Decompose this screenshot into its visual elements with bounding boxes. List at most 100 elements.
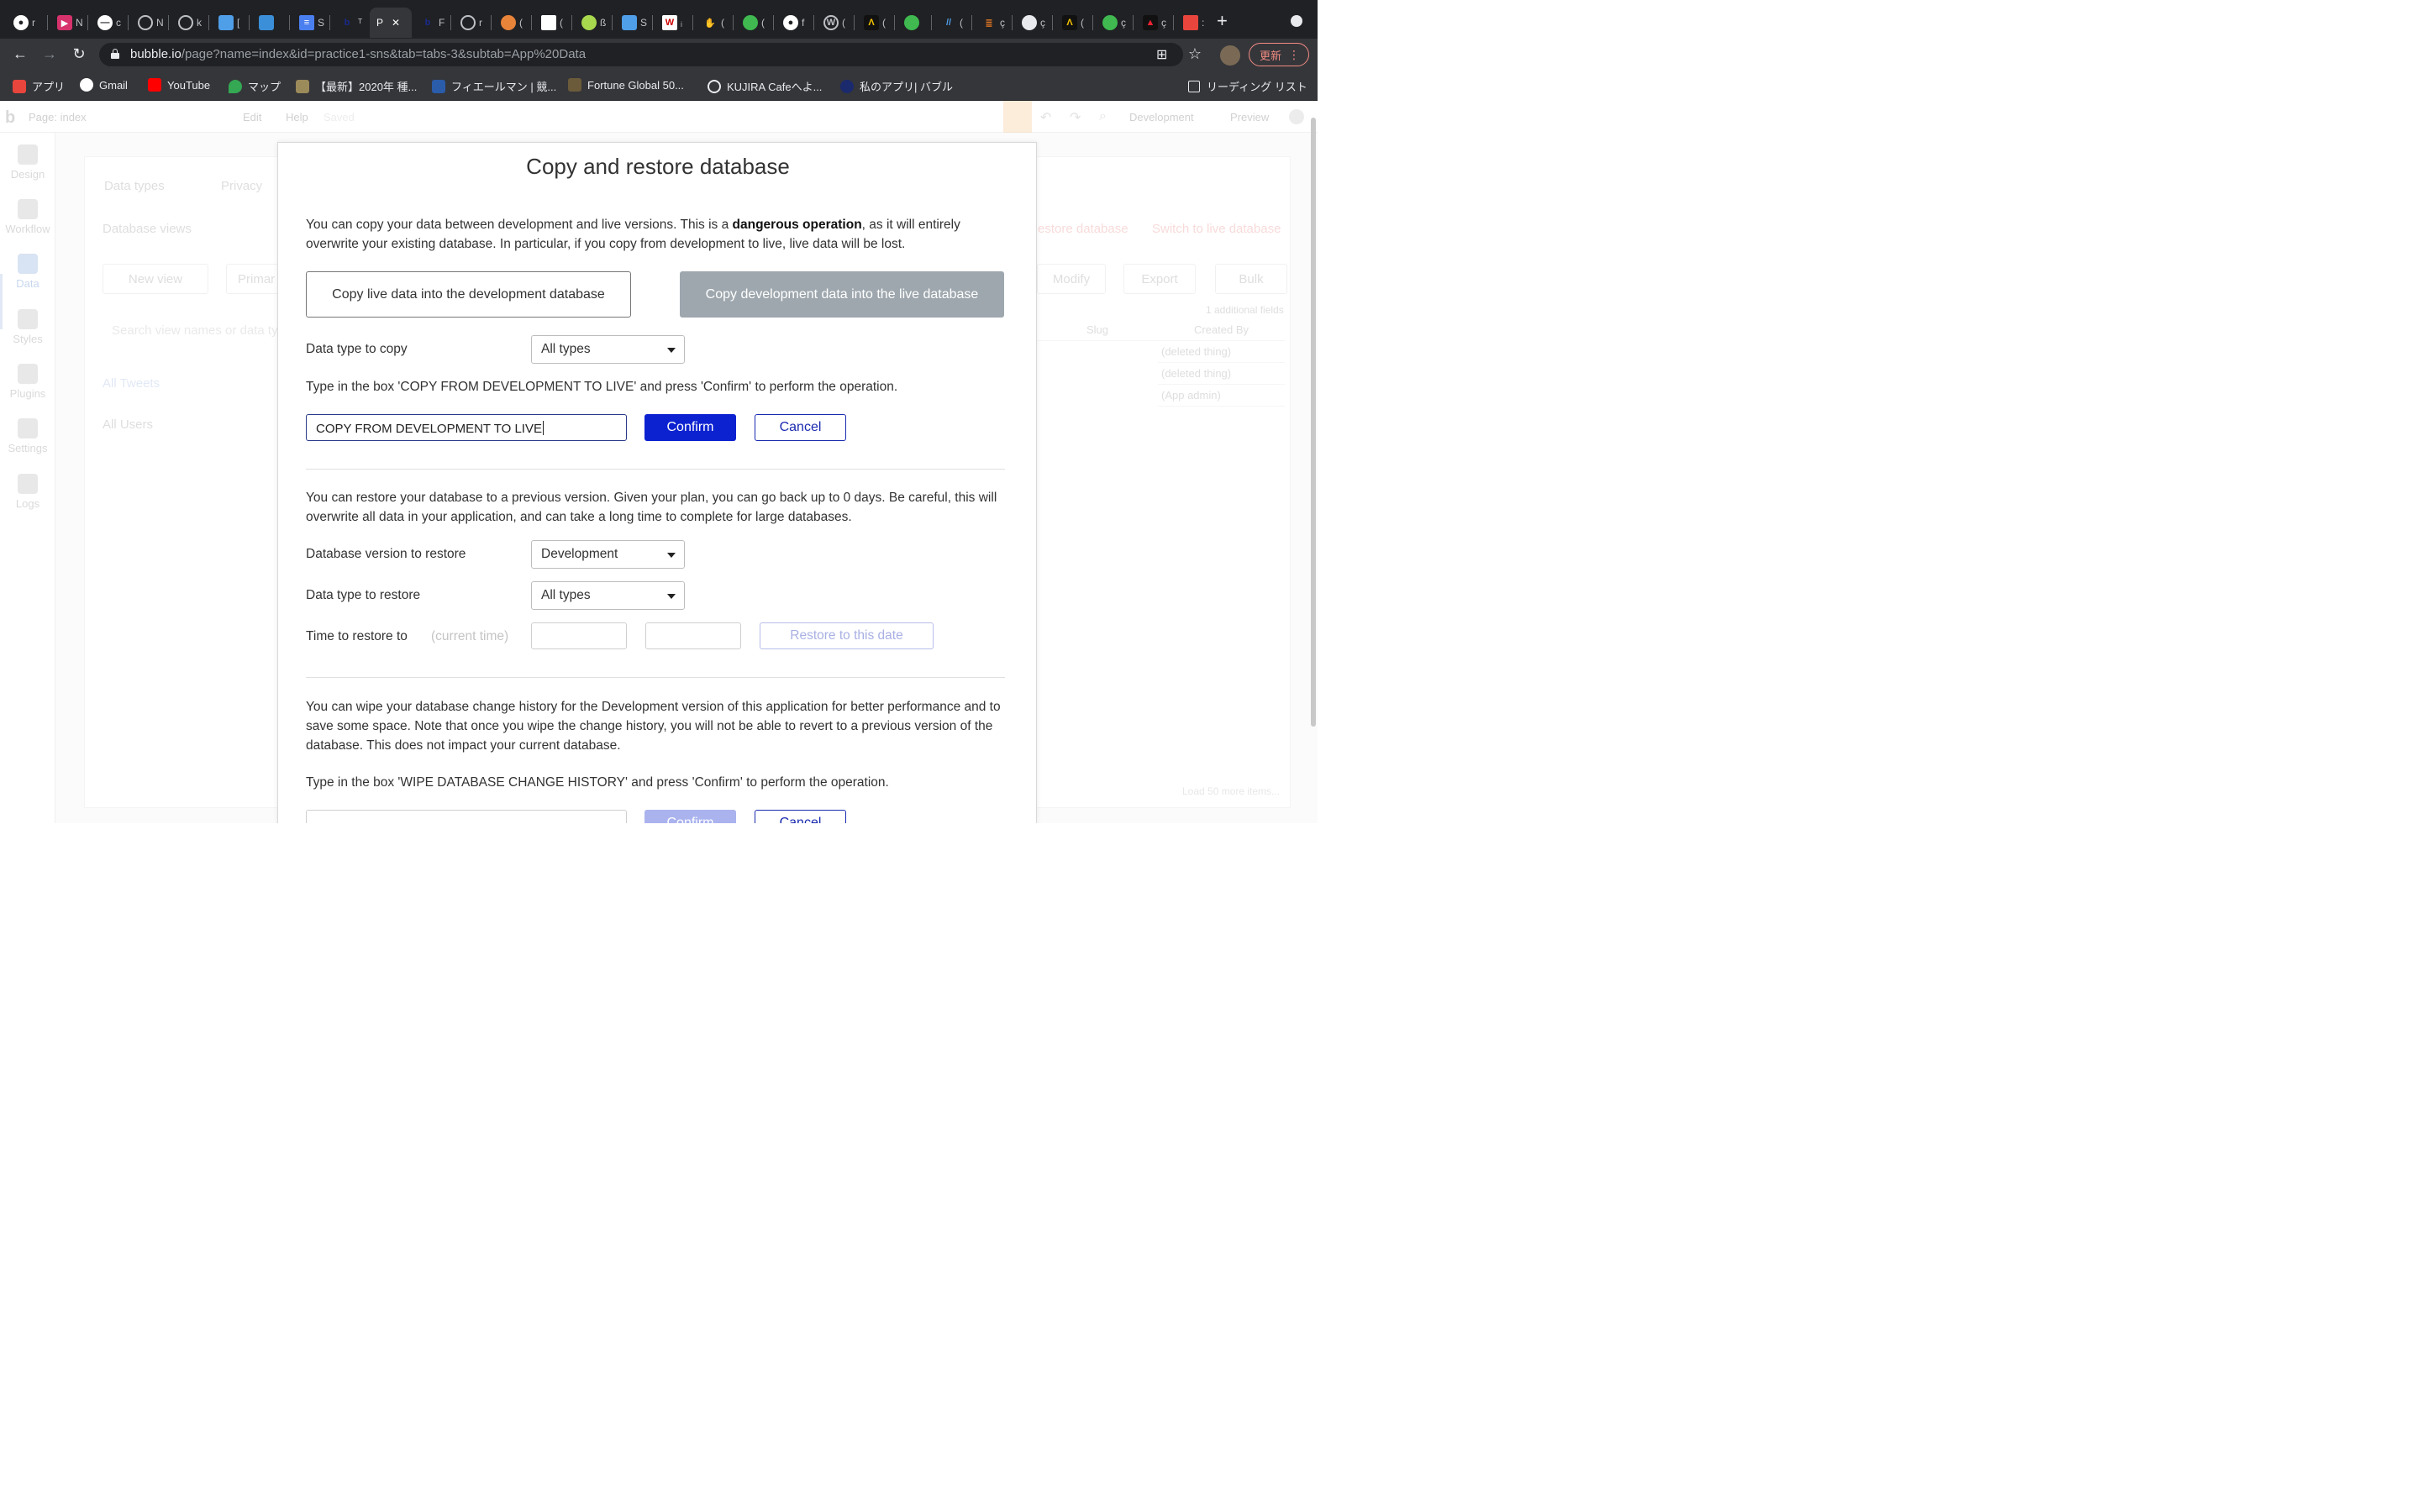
tab-site-m[interactable]: Λ( [1055, 8, 1084, 38]
grid-icon [1183, 15, 1198, 30]
site-icon: ▲ [1143, 15, 1158, 30]
bookmark-gmail[interactable]: Gmail [80, 78, 128, 92]
dangerous-operation-text: dangerous operation [732, 218, 862, 232]
tab-globe-1[interactable]: N [131, 8, 164, 38]
copy-confirm-input[interactable]: COPY FROM DEVELOPMENT TO LIVE [306, 414, 627, 441]
data-type-to-copy-label: Data type to copy [306, 342, 408, 356]
tab-site-o[interactable]: ▲ ç [1136, 8, 1166, 38]
tab-site-g[interactable]: ✋( [696, 8, 724, 38]
back-icon[interactable]: ← [11, 45, 29, 63]
bookmark-maps[interactable]: マップ [229, 78, 281, 94]
tab-github-2[interactable]: ● f [776, 8, 804, 38]
update-label: 更新 [1260, 49, 1282, 62]
reading-list[interactable]: リーディング リスト [1188, 78, 1307, 94]
divider [306, 469, 1005, 470]
tab-site-c[interactable]: ( [534, 8, 563, 38]
cancel-button[interactable]: Cancel [755, 414, 846, 441]
translate-icon[interactable]: ⊞ [1156, 46, 1167, 63]
bookmark-kujira[interactable]: KUJIRA Cafeへよ... [708, 78, 822, 94]
intro-text: You can copy your data between developme… [306, 218, 960, 251]
tab-site-d[interactable]: ß [575, 8, 606, 38]
restore-time-input[interactable] [645, 622, 741, 649]
confirm-button[interactable]: Confirm [644, 414, 736, 441]
bookmark-apps[interactable]: アプリ [13, 78, 65, 94]
tab-github[interactable]: ● r [7, 8, 35, 38]
data-type-to-copy-dropdown[interactable]: All types [531, 335, 685, 364]
tab-vscode[interactable] [252, 8, 274, 38]
url-domain: bubble.io [130, 47, 182, 61]
dropdown-caret-icon [667, 553, 676, 558]
tab-site-n[interactable]: ç [1096, 8, 1126, 38]
site-icon: W [662, 15, 677, 30]
copy-dev-to-live-button[interactable]: Copy development data into the live data… [680, 271, 1004, 318]
tab-site-h[interactable]: ( [736, 8, 765, 38]
text-cursor [542, 421, 544, 435]
bookmark-fortune[interactable]: Fortune Global 50... [568, 78, 684, 92]
tab-site-k[interactable]: //( [934, 8, 963, 38]
github-icon: ● [13, 15, 29, 30]
bookmark-fierement[interactable]: フィエールマン | 競... [432, 78, 556, 94]
restore-description-text: You can restore your database to a previ… [306, 491, 997, 524]
reload-icon[interactable]: ↻ [70, 45, 88, 63]
stackoverflow-icon: ≣ [985, 18, 993, 29]
tab-globe-2[interactable]: k [171, 8, 202, 38]
time-to-restore-label: Time to restore to [306, 629, 408, 643]
wipe-confirm-button[interactable]: Confirm [644, 810, 736, 823]
tab-bubble-2[interactable]: bF [413, 8, 445, 38]
tab-stackoverflow[interactable]: ≣ ç [975, 8, 1005, 38]
dropdown-caret-icon [667, 348, 676, 353]
tab-site-e[interactable]: S [615, 8, 647, 38]
globe-icon [138, 15, 153, 30]
bubble-icon: b [344, 18, 350, 28]
bookmark-youtube[interactable]: YouTube [148, 78, 210, 92]
wipe-cancel-button[interactable]: Cancel [755, 810, 846, 823]
wipe-description-text: You can wipe your database change histor… [306, 700, 1001, 753]
scrollbar[interactable] [1311, 118, 1316, 727]
bubble-icon [840, 79, 854, 93]
lock-icon [111, 49, 119, 59]
tab-site-a[interactable]: [ [212, 8, 239, 38]
tab-media[interactable]: ▶ N [50, 8, 83, 38]
copy-live-to-dev-button[interactable]: Copy live data into the development data… [306, 271, 631, 318]
wipe-confirm-input[interactable] [306, 810, 627, 823]
tab-wordpress[interactable]: W( [817, 8, 845, 38]
tab-site-j[interactable] [897, 8, 919, 38]
url-text[interactable]: bubble.io/page?name=index&id=practice1-s… [130, 47, 586, 61]
url-path: /page?name=index&id=practice1-sns&tab=ta… [181, 47, 587, 61]
copy-restore-modal: Copy and restore database You can copy y… [277, 142, 1037, 823]
site-icon [501, 15, 516, 30]
tab-bubble-1[interactable]: bᵀ [333, 8, 363, 38]
data-type-to-restore-label: Data type to restore [306, 588, 421, 602]
tab-search-icon[interactable] [1291, 15, 1302, 27]
bookmark-bubble[interactable]: 私のアプリ| バブル [840, 78, 953, 94]
new-tab-icon[interactable]: + [1217, 12, 1228, 30]
play-icon: ▶ [57, 15, 72, 30]
site-icon [218, 15, 234, 30]
address-bar[interactable]: bubble.io/page?name=index&id=practice1-s… [99, 43, 1183, 66]
close-tab-icon[interactable]: ✕ [392, 17, 400, 29]
update-button[interactable]: 更新 ⋮ [1249, 43, 1309, 66]
leaf-icon [581, 15, 597, 30]
data-type-to-restore-dropdown[interactable]: All types [531, 581, 685, 610]
bookmark-seeds[interactable]: 【最新】2020年 種... [296, 78, 417, 94]
docs-icon: ≡ [299, 15, 314, 30]
tab-site-p[interactable]: : [1176, 8, 1204, 38]
restore-to-date-button[interactable]: Restore to this date [760, 622, 934, 649]
globe-icon [460, 15, 476, 30]
tab-site-b[interactable]: ( [494, 8, 523, 38]
tab-site-i[interactable]: Λ( [857, 8, 886, 38]
profile-avatar[interactable] [1220, 45, 1240, 66]
site-icon [568, 78, 581, 92]
tab-site-l[interactable]: ç [1015, 8, 1045, 38]
site-icon [743, 15, 758, 30]
tab-notion[interactable]: — c [91, 8, 121, 38]
tab-bubble-active[interactable]: P ✕ [370, 8, 412, 38]
bookmark-star-icon[interactable]: ☆ [1186, 45, 1204, 63]
vscode-icon [259, 15, 274, 30]
db-version-dropdown[interactable]: Development [531, 540, 685, 569]
tab-globe-3[interactable]: r [454, 8, 482, 38]
tab-site-f[interactable]: Wᵢ [655, 8, 682, 38]
tab-docs[interactable]: ≡ S [292, 8, 324, 38]
forward-icon[interactable]: → [40, 45, 59, 63]
restore-date-input[interactable] [531, 622, 627, 649]
